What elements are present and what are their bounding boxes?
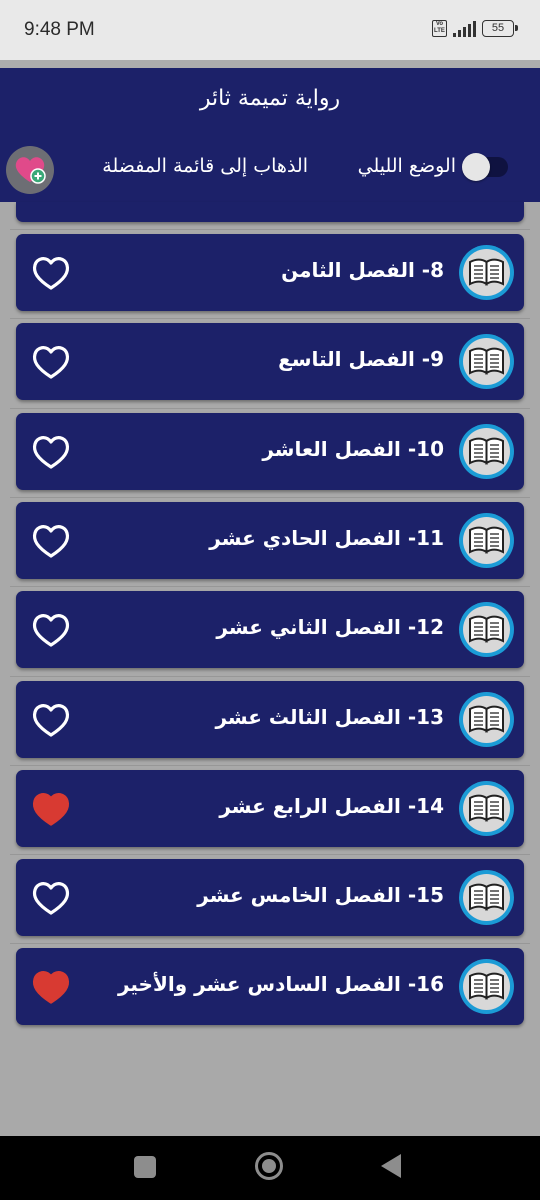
chapter-card[interactable]: 12- الفصل الثاني عشر [16,591,524,668]
chapter-title: 13- الفصل الثالث عشر [215,705,444,729]
chapter-title: 11- الفصل الحادي عشر [209,526,444,550]
status-bar: 9:48 PM Vo LTE 55 [0,0,540,60]
night-mode-label[interactable]: الوضع الليلي [332,155,456,177]
app-title: رواية تميمة ثائر [199,86,341,111]
toggle-thumb [462,153,490,181]
list-divider [10,586,530,587]
chapter-card[interactable]: 14- الفصل الرابع عشر [16,770,524,847]
favorites-list-button[interactable] [6,146,54,194]
chapter-card[interactable]: 13- الفصل الثالث عشر [16,681,524,758]
favorite-heart-icon[interactable] [30,431,72,471]
chapter-title: 15- الفصل الخامس عشر [197,883,444,907]
list-divider [10,765,530,766]
chapter-card[interactable]: 16- الفصل السادس عشر والأخير [16,948,524,1025]
list-divider [10,318,530,319]
list-divider [10,229,530,230]
chapter-card[interactable]: 11- الفصل الحادي عشر [16,502,524,579]
favorite-heart-icon[interactable] [30,788,72,828]
favorite-heart-icon[interactable] [30,877,72,917]
back-button[interactable] [381,1154,401,1178]
list-divider [10,943,530,944]
chapter-card[interactable]: 10- الفصل العاشر [16,413,524,490]
favorite-heart-icon[interactable] [30,609,72,649]
chapter-title: 12- الفصل الثاني عشر [216,615,444,639]
book-icon [459,424,514,479]
status-gap [0,60,540,68]
night-mode-toggle[interactable] [462,153,508,181]
recents-button[interactable] [134,1156,156,1178]
chapter-title: 16- الفصل السادس عشر والأخير [117,972,444,996]
chapter-card-partial[interactable] [16,202,524,222]
favorite-heart-icon[interactable] [30,341,72,381]
list-divider [10,854,530,855]
heart-plus-icon [15,157,46,184]
book-icon [459,602,514,657]
volte-icon: Vo LTE [432,20,447,37]
favorite-heart-icon[interactable] [30,966,72,1006]
book-icon [459,870,514,925]
chapter-title: 8- الفصل الثامن [281,258,444,282]
book-icon [459,513,514,568]
favorite-heart-icon[interactable] [30,252,72,292]
favorite-heart-icon[interactable] [30,520,72,560]
chapter-title: 14- الفصل الرابع عشر [219,794,444,818]
battery-icon: 55 [482,20,518,37]
book-icon [459,334,514,389]
book-icon [459,781,514,836]
chapter-title: 10- الفصل العاشر [262,437,444,461]
chapter-card[interactable]: 9- الفصل التاسع [16,323,524,400]
list-divider [10,676,530,677]
list-divider [10,408,530,409]
signal-icon [453,20,476,37]
favorite-heart-icon[interactable] [30,699,72,739]
status-time: 9:48 PM [24,19,95,40]
book-icon [459,959,514,1014]
go-to-favorites-button[interactable]: الذهاب إلى قائمة المفضلة [66,155,308,177]
book-icon [459,245,514,300]
book-icon [459,692,514,747]
chapter-title: 9- الفصل التاسع [278,347,444,371]
list-divider [10,497,530,498]
chapter-card[interactable]: 8- الفصل الثامن [16,234,524,311]
home-icon-dot [262,1159,276,1173]
status-icons: Vo LTE 55 [432,20,518,37]
chapter-card[interactable]: 15- الفصل الخامس عشر [16,859,524,936]
